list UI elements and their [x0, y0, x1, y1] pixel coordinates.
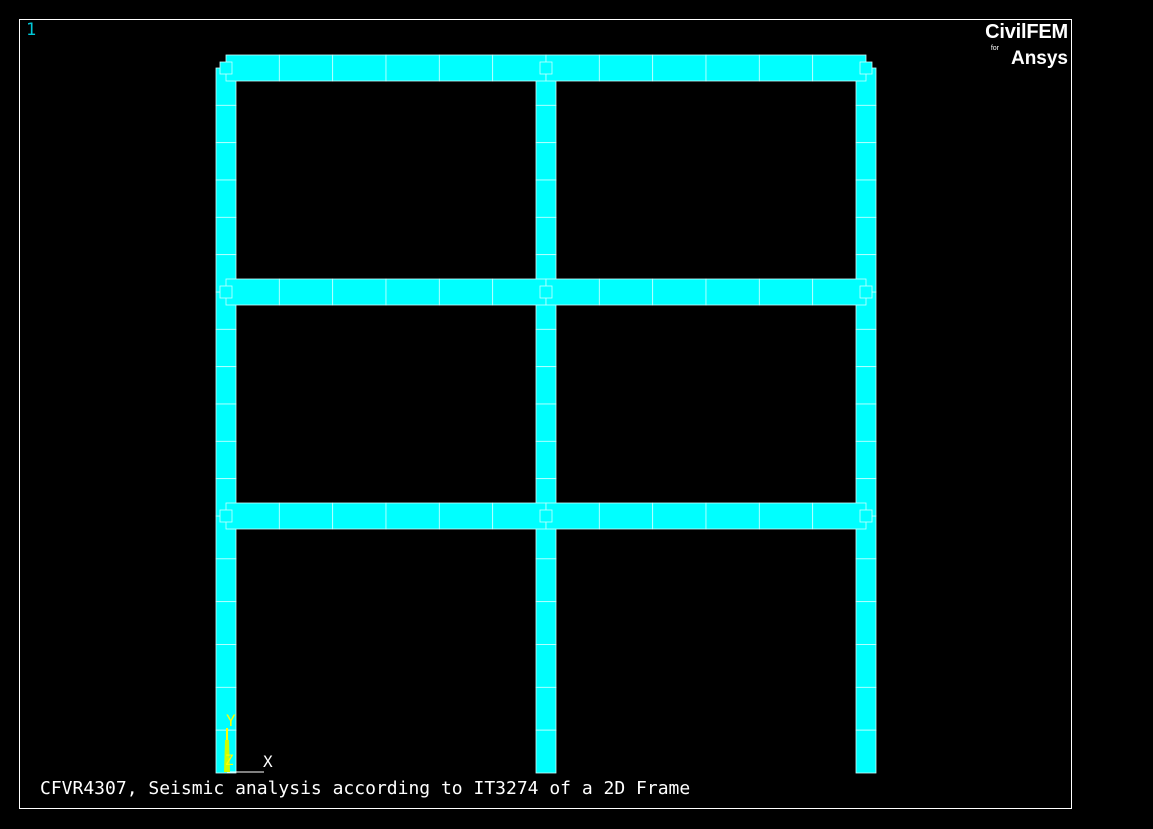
beam-element — [705, 54, 760, 82]
beam-element — [705, 502, 760, 530]
beam-element — [652, 54, 707, 82]
beam-element — [758, 502, 814, 530]
beam-element — [278, 502, 334, 530]
beam-element — [278, 54, 334, 82]
beam-element — [812, 502, 867, 530]
beam-element — [598, 278, 654, 306]
joint-node — [539, 509, 553, 523]
column-element — [215, 328, 237, 368]
joint-node — [219, 509, 233, 523]
beam-element — [438, 278, 494, 306]
column-element — [535, 729, 557, 774]
column-element — [535, 366, 557, 405]
logo-for-text: for — [990, 45, 999, 52]
beam-element — [545, 54, 600, 82]
beam-element — [545, 502, 600, 530]
beam-element — [812, 54, 867, 82]
beam-element — [385, 278, 440, 306]
column-element — [535, 558, 557, 603]
column-element — [855, 104, 877, 144]
column-element — [855, 729, 877, 774]
column-element — [535, 216, 557, 256]
triad-x-label: X — [263, 752, 273, 771]
window-number: 1 — [26, 20, 37, 40]
column-element — [215, 142, 237, 181]
column-element — [215, 601, 237, 645]
beam-element — [438, 502, 494, 530]
joint-node — [859, 285, 873, 299]
triad-y-label: Y — [226, 711, 236, 730]
beam-element — [492, 54, 547, 82]
joint-node — [859, 61, 873, 75]
beam-element — [332, 502, 387, 530]
beam-element — [332, 54, 387, 82]
column-element — [535, 142, 557, 181]
joint-node — [219, 285, 233, 299]
triad-z-label: Z — [225, 753, 234, 769]
logo-main-text: CivilFEM — [985, 21, 1068, 43]
beam-element — [545, 278, 600, 306]
column-element — [855, 601, 877, 645]
column-element — [855, 440, 877, 480]
beam-element — [758, 54, 814, 82]
column-element — [535, 440, 557, 480]
column-element — [855, 328, 877, 368]
beam-element — [598, 54, 654, 82]
column-element — [855, 179, 877, 218]
beam-element — [225, 502, 280, 530]
joint-node — [859, 509, 873, 523]
beam-element — [812, 278, 867, 306]
joint-node — [539, 285, 553, 299]
column-element — [855, 366, 877, 405]
beam-element — [705, 278, 760, 306]
beam-element — [385, 502, 440, 530]
column-element — [855, 558, 877, 603]
column-element — [855, 142, 877, 181]
column-element — [535, 104, 557, 144]
column-element — [855, 686, 877, 731]
beam-element — [492, 278, 547, 306]
joint-node — [539, 61, 553, 75]
graphics-viewport[interactable]: 1 CivilFEM for Ansys Y Z X CFVR4307, Sei… — [0, 0, 1153, 829]
column-element — [535, 686, 557, 731]
beam-element — [438, 54, 494, 82]
column-element — [215, 403, 237, 442]
beam-element — [652, 278, 707, 306]
column-element — [215, 644, 237, 688]
column-element — [215, 104, 237, 144]
column-element — [855, 403, 877, 442]
logo-sub-text: Ansys — [1010, 48, 1068, 69]
column-element — [215, 558, 237, 603]
column-element — [535, 601, 557, 645]
column-element — [855, 216, 877, 256]
column-element — [535, 179, 557, 218]
beam-element — [385, 54, 440, 82]
column-element — [215, 440, 237, 480]
column-element — [535, 328, 557, 368]
element-mesh — [215, 54, 877, 774]
column-element — [535, 644, 557, 688]
plot-title: CFVR4307, Seismic analysis according to … — [40, 778, 691, 799]
column-element — [215, 179, 237, 218]
beam-element — [225, 278, 280, 306]
column-element — [215, 216, 237, 256]
column-element — [215, 366, 237, 405]
beam-element — [652, 502, 707, 530]
beam-element — [278, 278, 334, 306]
beam-element — [598, 502, 654, 530]
column-element — [535, 403, 557, 442]
column-element — [855, 644, 877, 688]
frame-model — [19, 19, 1072, 809]
beam-element — [332, 278, 387, 306]
civilfem-logo: CivilFEM for Ansys — [966, 21, 1072, 73]
beam-element — [758, 278, 814, 306]
beam-element — [225, 54, 280, 82]
joint-node — [219, 61, 233, 75]
beam-element — [492, 502, 547, 530]
